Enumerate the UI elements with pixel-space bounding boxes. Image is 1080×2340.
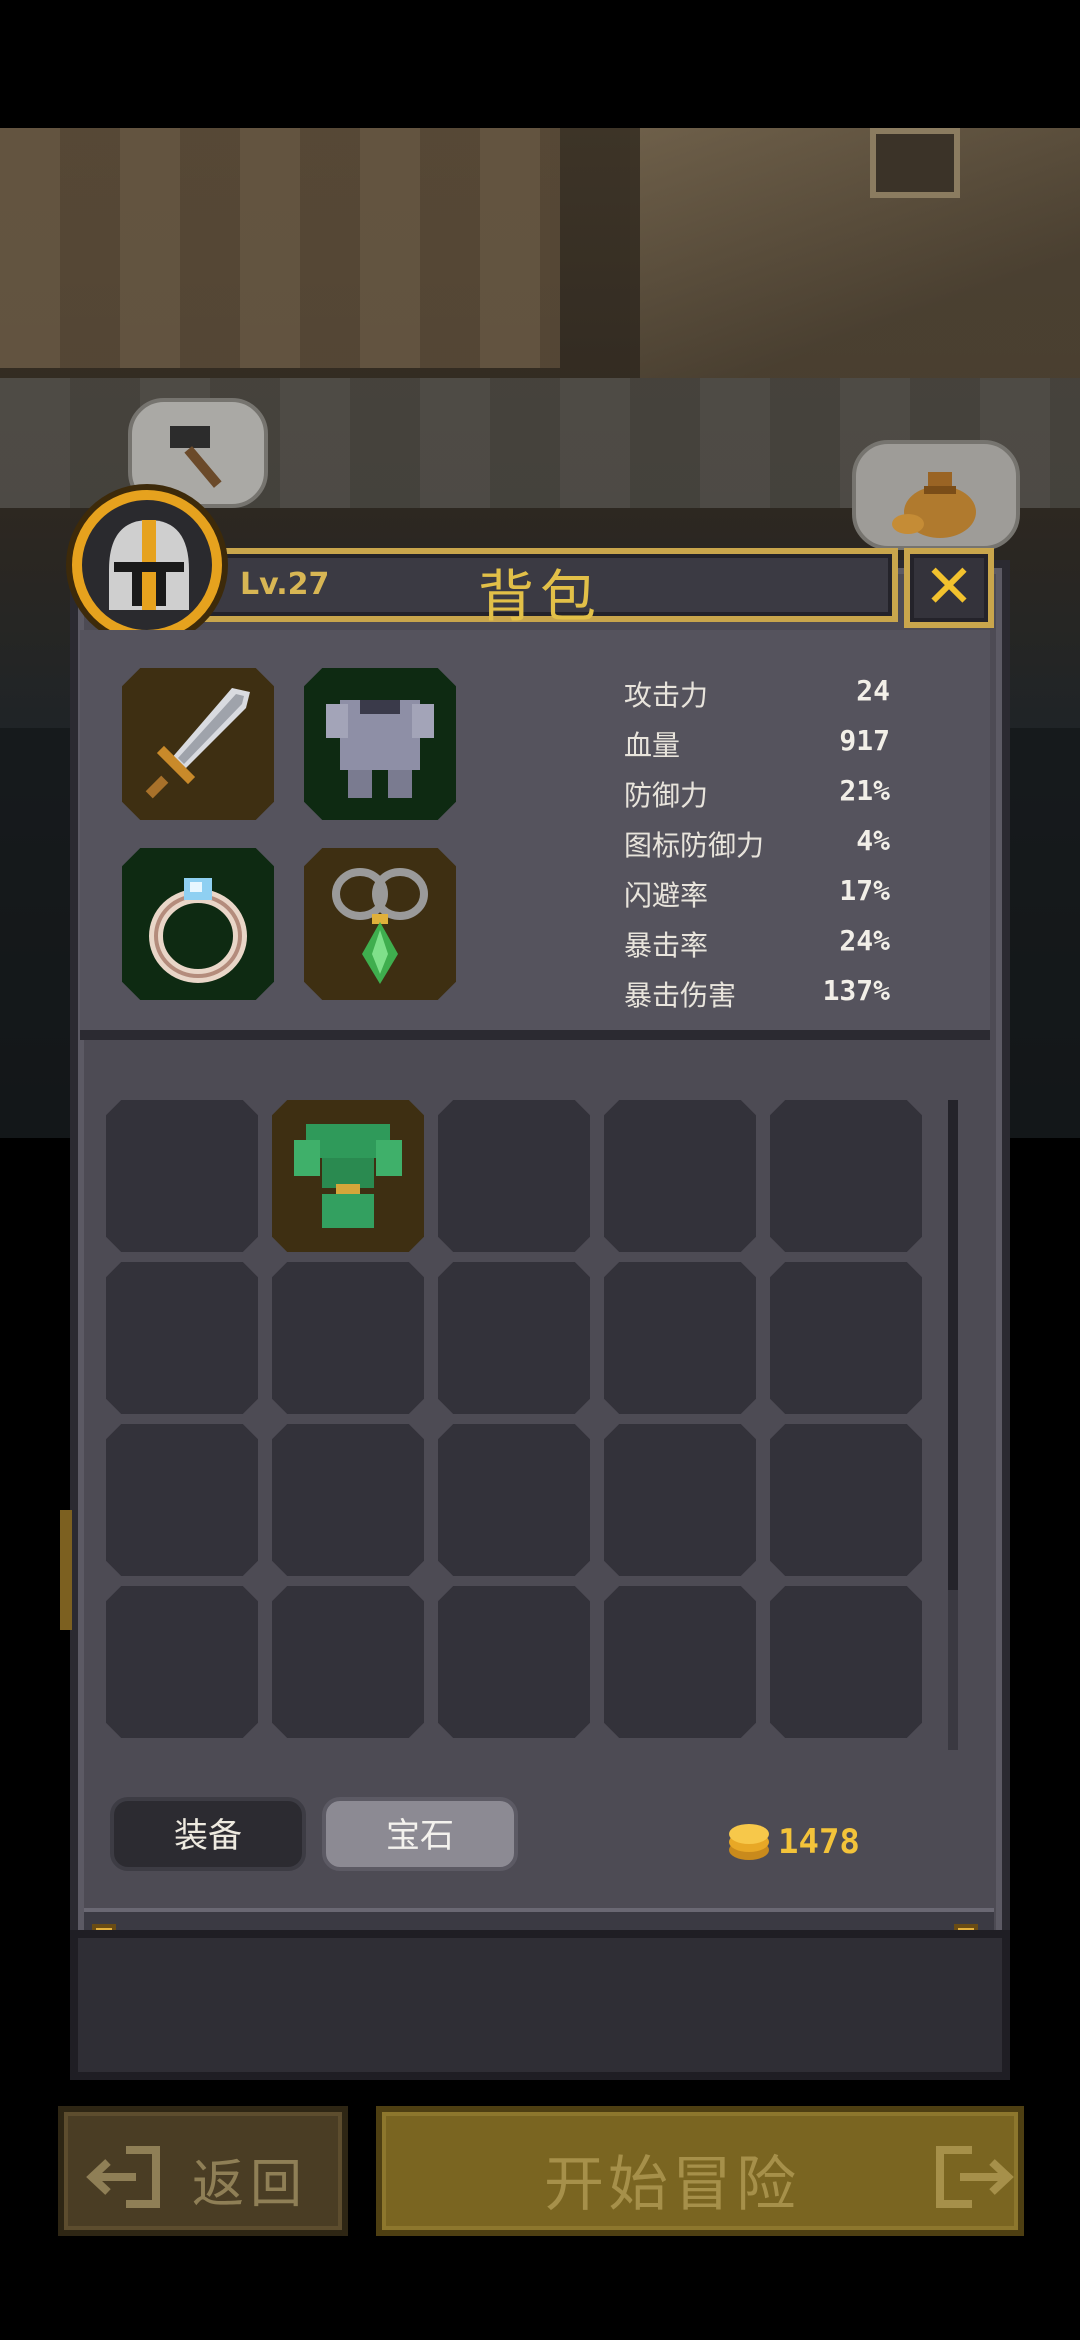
- inventory-slot[interactable]: [106, 1262, 258, 1414]
- tab-equipment[interactable]: 装备: [110, 1797, 306, 1871]
- sword-icon: [145, 688, 250, 799]
- stat-label: 血量: [624, 729, 681, 762]
- stats-panel: 攻击力 24 血量 917 防御力 21% 图标防御力 4% 闪避率 17% 暴…: [624, 668, 904, 1008]
- start-adventure-button[interactable]: 开始冒险: [376, 2106, 1024, 2236]
- stat-label: 防御力: [624, 779, 709, 812]
- stat-crit-rate: 暴击率 24%: [624, 918, 904, 968]
- inventory-slot[interactable]: [438, 1100, 590, 1252]
- stat-value: 24%: [839, 924, 890, 957]
- inventory-slot[interactable]: [272, 1100, 424, 1252]
- gold-counter: 1478: [726, 1818, 926, 1868]
- stat-crit-damage: 暴击伤害 137%: [624, 968, 904, 1008]
- stat-icon-defense: 图标防御力 4%: [624, 818, 904, 868]
- stat-value: 917: [839, 724, 890, 757]
- shop-bubble[interactable]: [852, 440, 1020, 550]
- inventory-slot[interactable]: [770, 1262, 922, 1414]
- background-roof-right: [640, 128, 1080, 378]
- stat-hp: 血量 917: [624, 718, 904, 768]
- equip-slot-armor[interactable]: [304, 668, 456, 820]
- enter-icon: [936, 2146, 1014, 2208]
- inventory-scrollbar-thumb[interactable]: [948, 1100, 958, 1590]
- hammer-icon: [170, 426, 222, 488]
- page-title: 背包: [478, 565, 602, 630]
- close-button[interactable]: ✕: [904, 548, 994, 628]
- stat-attack: 攻击力 24: [624, 668, 904, 718]
- stat-value: 137%: [822, 974, 890, 1007]
- stat-value: 21%: [839, 774, 890, 807]
- close-icon: ✕: [923, 552, 975, 622]
- money-bag-icon: [892, 472, 976, 538]
- knight-helmet-icon: [109, 520, 189, 610]
- start-adventure-label: 开始冒险: [544, 2150, 800, 2220]
- inventory-slot[interactable]: [770, 1100, 922, 1252]
- player-level: Lv.27: [240, 567, 330, 602]
- inventory-slot[interactable]: [770, 1424, 922, 1576]
- stat-value: 4%: [856, 824, 890, 857]
- inventory-slot[interactable]: [106, 1586, 258, 1738]
- stat-label: 攻击力: [624, 679, 709, 712]
- back-button[interactable]: 返回: [58, 2106, 348, 2236]
- player-avatar[interactable]: [72, 490, 222, 640]
- inventory-slot[interactable]: [438, 1262, 590, 1414]
- stat-value: 24: [856, 674, 890, 707]
- tab-gems[interactable]: 宝石: [322, 1797, 518, 1871]
- stat-dodge: 闪避率 17%: [624, 868, 904, 918]
- stat-label: 闪避率: [624, 879, 709, 912]
- equip-slot-amulet[interactable]: [304, 848, 456, 1000]
- inventory-slot[interactable]: [106, 1100, 258, 1252]
- panel-footer: [70, 1930, 1010, 2080]
- inventory-slot[interactable]: [438, 1424, 590, 1576]
- inventory-slot[interactable]: [604, 1424, 756, 1576]
- inventory-slot[interactable]: [272, 1262, 424, 1414]
- equip-slot-weapon[interactable]: [122, 668, 274, 820]
- inventory-slot[interactable]: [604, 1100, 756, 1252]
- back-button-label: 返回: [192, 2155, 309, 2215]
- chainmail-icon: [326, 700, 434, 798]
- stat-label: 暴击伤害: [624, 979, 737, 1008]
- amulet-icon: [332, 868, 428, 984]
- equip-slot-ring[interactable]: [122, 848, 274, 1000]
- stat-label: 图标防御力: [624, 829, 765, 862]
- ring-icon: [149, 878, 247, 983]
- gold-amount: 1478: [778, 1822, 860, 1862]
- exit-icon: [86, 2146, 160, 2208]
- stat-value: 17%: [839, 874, 890, 907]
- panel-edge-decoration: [60, 1510, 72, 1630]
- inventory-slot[interactable]: [272, 1424, 424, 1576]
- background-roof: [0, 128, 560, 368]
- inventory-slot[interactable]: [770, 1586, 922, 1738]
- green-cloak-icon: [294, 1124, 402, 1228]
- inventory-slot[interactable]: [604, 1262, 756, 1414]
- inventory-slot[interactable]: [106, 1424, 258, 1576]
- inventory-slot[interactable]: [272, 1586, 424, 1738]
- inventory-grid: [92, 1090, 972, 1750]
- stat-defense: 防御力 21%: [624, 768, 904, 818]
- inventory-slot[interactable]: [438, 1586, 590, 1738]
- background-window: [870, 128, 960, 198]
- gold-coin-icon: [729, 1824, 769, 1860]
- stat-label: 暴击率: [624, 929, 709, 962]
- inventory-slot[interactable]: [604, 1586, 756, 1738]
